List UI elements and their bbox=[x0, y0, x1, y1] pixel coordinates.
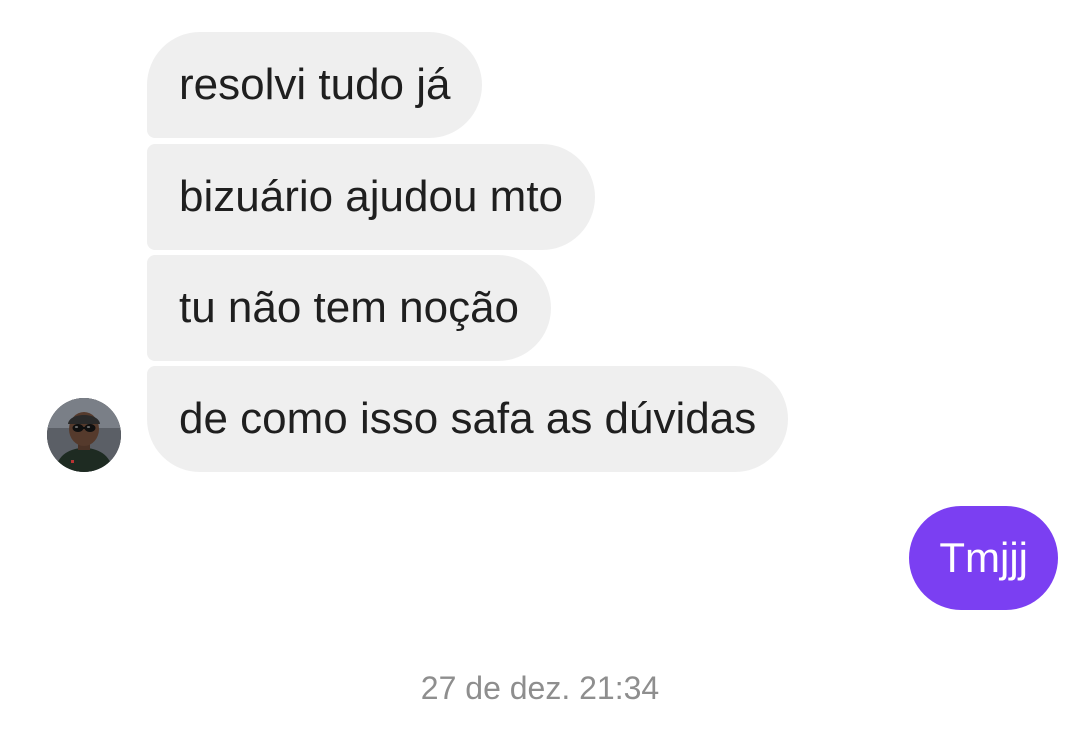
received-message-bubble[interactable]: resolvi tudo já bbox=[147, 32, 483, 138]
contact-avatar[interactable] bbox=[47, 398, 121, 472]
avatar-photo-icon bbox=[47, 398, 121, 472]
received-message-bubble[interactable]: bizuário ajudou mto bbox=[147, 144, 596, 250]
message-text: bizuário ajudou mto bbox=[179, 172, 564, 221]
received-message-bubble[interactable]: tu não tem noção bbox=[147, 255, 552, 361]
message-text: resolvi tudo já bbox=[179, 60, 451, 109]
chat-thread: resolvi tudo já bizuário ajudou mto tu n… bbox=[0, 0, 1080, 729]
message-text: Tmjjj bbox=[939, 534, 1028, 581]
message-text: de como isso safa as dúvidas bbox=[179, 394, 757, 443]
sent-message-bubble[interactable]: Tmjjj bbox=[909, 506, 1058, 610]
message-text: tu não tem noção bbox=[179, 283, 520, 332]
received-message-bubble[interactable]: de como isso safa as dúvidas bbox=[147, 366, 789, 472]
message-timestamp: 27 de dez. 21:34 bbox=[420, 670, 660, 706]
